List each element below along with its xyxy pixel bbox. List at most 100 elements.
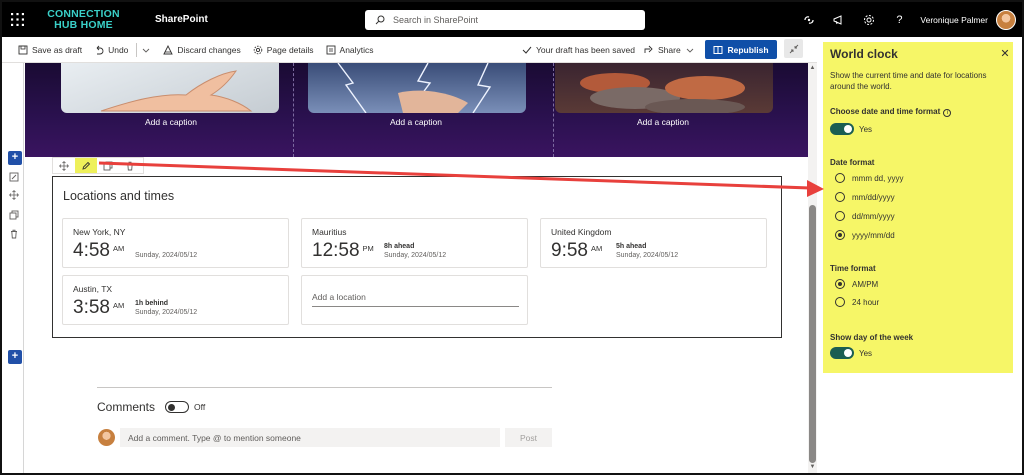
scroll-down-icon[interactable]: ▼ xyxy=(809,464,816,471)
book-icon xyxy=(713,45,723,54)
search-placeholder: Search in SharePoint xyxy=(393,15,479,25)
waffle-icon[interactable] xyxy=(2,2,32,37)
user-name[interactable]: Veronique Palmer xyxy=(920,15,988,25)
scroll-up-icon[interactable]: ▲ xyxy=(809,65,816,72)
clock-ampm: AM xyxy=(112,244,125,253)
clock-date: Sunday, 2024/05/12 xyxy=(616,252,679,259)
undo-icon xyxy=(96,45,104,54)
gallery-image-hand[interactable] xyxy=(61,63,279,113)
scrollbar-thumb[interactable] xyxy=(809,205,816,463)
clock-date: Sunday, 2024/05/12 xyxy=(135,309,198,316)
settings-icon[interactable] xyxy=(854,2,884,37)
format-label: Choose date and time format i xyxy=(830,107,952,117)
gallery-image-lightning[interactable] xyxy=(308,63,526,113)
undo-dropdown[interactable] xyxy=(139,37,157,63)
clock-card[interactable]: New York, NY 4:58 AM Sunday, 2024/05/12 xyxy=(62,218,289,268)
undo-label: Undo xyxy=(108,44,129,55)
time-format-option: 24 hour xyxy=(852,298,880,307)
edit-webpart-icon[interactable] xyxy=(75,158,97,173)
clock-city: United Kingdom xyxy=(551,227,612,237)
avatar xyxy=(98,429,115,446)
share-label: Share xyxy=(658,45,681,55)
edit-section-icon[interactable] xyxy=(8,171,20,183)
duplicate-icon[interactable] xyxy=(8,209,20,221)
move-webpart-icon[interactable] xyxy=(53,158,75,173)
day-of-week-toggle[interactable] xyxy=(830,347,854,359)
image-caption[interactable]: Add a caption xyxy=(296,117,536,127)
comments-toggle[interactable] xyxy=(165,401,189,413)
clock-time: 12:58 PM xyxy=(312,240,374,262)
pane-description: Show the current time and date for locat… xyxy=(830,71,987,91)
date-format-option: yyyy/mm/dd xyxy=(852,231,895,240)
undo-button[interactable]: Undo xyxy=(88,37,134,63)
clock-time: 4:58 AM xyxy=(73,240,124,262)
brand-line-2: HUB HOME xyxy=(54,18,113,31)
app-name[interactable]: SharePoint xyxy=(155,14,208,25)
save-draft-label: Save as draft xyxy=(32,44,83,55)
format-toggle[interactable] xyxy=(830,123,854,135)
share-button[interactable]: Share xyxy=(644,37,699,63)
duplicate-webpart-icon[interactable] xyxy=(97,158,119,173)
date-format-radio[interactable] xyxy=(835,173,845,183)
save-icon xyxy=(18,45,28,54)
time-format-option: AM/PM xyxy=(852,280,879,289)
time-format-radio-selected[interactable] xyxy=(835,279,845,289)
search-box[interactable]: Search in SharePoint xyxy=(365,10,645,30)
add-section-button[interactable]: + xyxy=(8,151,22,165)
clock-card[interactable]: United Kingdom 9:58 AM 5h ahead Sunday, 2… xyxy=(540,218,767,268)
republish-label: Republish xyxy=(727,44,769,55)
move-icon[interactable] xyxy=(8,189,20,201)
date-format-radio-selected[interactable] xyxy=(835,230,845,240)
page-details-button[interactable]: Page details xyxy=(247,37,320,63)
add-location-card: Add a location xyxy=(301,275,528,325)
collapse-pane-button[interactable] xyxy=(784,39,803,58)
post-comment-button[interactable]: Post xyxy=(505,428,552,447)
add-section-button[interactable]: + xyxy=(8,350,22,364)
gallery-image-stones[interactable] xyxy=(555,63,773,113)
clock-date: Sunday, 2024/05/12 xyxy=(384,252,447,259)
add-location-input[interactable]: Add a location xyxy=(312,290,519,307)
clock-card[interactable]: Mauritius 12:58 PM 8h ahead Sunday, 2024/… xyxy=(301,218,528,268)
date-format-radio[interactable] xyxy=(835,211,845,221)
clock-date: Sunday, 2024/05/12 xyxy=(135,252,198,259)
delete-webpart-icon[interactable] xyxy=(119,158,141,173)
site-brand-logo[interactable]: CONNECTION HUB HOME xyxy=(36,7,131,31)
collapse-icon xyxy=(789,44,798,53)
brand-line-1: CONNECTION xyxy=(47,7,120,20)
time-format-radio[interactable] xyxy=(835,297,845,307)
save-draft-button[interactable]: Save as draft xyxy=(12,37,88,63)
republish-button[interactable]: Republish xyxy=(705,40,777,59)
info-icon[interactable]: i xyxy=(943,109,952,117)
clock-city: Mauritius xyxy=(312,227,347,237)
day-of-week-toggle-label: Yes xyxy=(859,349,873,358)
clock-time: 3:58 AM xyxy=(73,297,124,319)
close-icon[interactable]: ✕ xyxy=(999,48,1011,60)
image-caption[interactable]: Add a caption xyxy=(51,117,291,127)
connections-icon[interactable] xyxy=(794,2,824,37)
format-label-text: Choose date and time format xyxy=(830,107,941,116)
comment-input[interactable]: Add a comment. Type @ to mention someone xyxy=(120,428,500,447)
share-icon xyxy=(644,45,653,53)
help-icon[interactable]: ? xyxy=(884,2,914,37)
analytics-label: Analytics xyxy=(339,44,374,55)
time-format-label: Time format xyxy=(830,264,876,273)
date-format-option: mm/dd/yyyy xyxy=(852,193,895,202)
date-format-label: Date format xyxy=(830,158,875,167)
discard-changes-button[interactable]: Discard changes xyxy=(157,37,246,63)
draft-status-label: Your draft has been saved xyxy=(536,45,635,55)
date-format-radio[interactable] xyxy=(835,192,845,202)
date-format-option: mmm dd, yyyy xyxy=(852,174,904,183)
megaphone-icon[interactable] xyxy=(824,2,854,37)
chevron-down-icon xyxy=(143,48,150,53)
pane-scrollbar[interactable] xyxy=(1015,37,1021,473)
avatar[interactable] xyxy=(996,9,1016,30)
comments-toggle-label: Off xyxy=(194,402,206,412)
analytics-button[interactable]: Analytics xyxy=(320,37,380,63)
image-caption[interactable]: Add a caption xyxy=(543,117,783,127)
webpart-title[interactable]: Locations and times xyxy=(63,189,174,203)
clock-card[interactable]: Austin, TX 3:58 AM 1h behind Sunday, 2024… xyxy=(62,275,289,325)
analytics-icon xyxy=(326,45,335,54)
world-clock-webpart[interactable]: Locations and times New York, NY 4:58 AM … xyxy=(52,176,782,338)
clock-time: 9:58 AM xyxy=(551,240,602,262)
delete-icon[interactable] xyxy=(8,228,20,240)
